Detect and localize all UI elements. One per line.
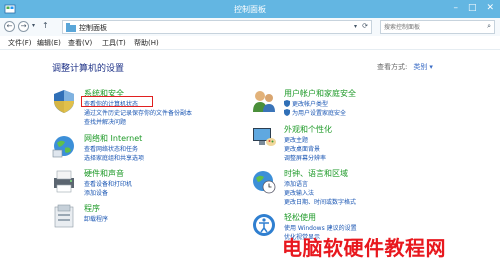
view-mode: 查看方式: 类别 ▾: [377, 62, 433, 72]
chevron-down-icon[interactable]: ▾: [429, 63, 433, 71]
close-button[interactable]: ✕: [486, 3, 494, 13]
link-troubleshoot[interactable]: 查找并解决问题: [84, 117, 126, 126]
recent-pages-dropdown[interactable]: ▾: [32, 22, 35, 29]
users-icon: [253, 91, 275, 112]
menu-view[interactable]: 查看(V): [68, 38, 92, 48]
maximize-button[interactable]: □: [468, 3, 477, 13]
link-windows-suggested-settings[interactable]: 使用 Windows 建议的设置: [284, 223, 357, 232]
network-globe-icon: [52, 136, 74, 158]
category-heading[interactable]: 外观和个性化: [284, 124, 332, 135]
address-field[interactable]: 控制面板 ▾ ⟳: [62, 20, 372, 34]
refresh-icon[interactable]: ⟳: [362, 22, 368, 30]
search-input[interactable]: [384, 22, 479, 32]
shield-icon: [284, 109, 290, 116]
link-devices-printers[interactable]: 查看设备和打印机: [84, 179, 132, 188]
link-add-device[interactable]: 添加设备: [84, 188, 108, 197]
menu-help[interactable]: 帮助(H): [134, 38, 159, 48]
breadcrumb[interactable]: 控制面板: [79, 23, 107, 33]
minimize-button[interactable]: –: [453, 3, 458, 13]
category-heading[interactable]: 程序: [84, 203, 100, 214]
menu-file[interactable]: 文件(F): [8, 38, 32, 48]
link-file-history[interactable]: 通过文件历史记录保存你的文件备份副本: [84, 108, 192, 117]
back-button[interactable]: ←: [4, 21, 15, 32]
clock-globe-icon: [253, 171, 276, 194]
link-change-account-type[interactable]: 更改帐户类型: [292, 99, 328, 108]
link-change-theme[interactable]: 更改主题: [284, 135, 308, 144]
menu-edit[interactable]: 编辑(E): [37, 38, 61, 48]
link-change-input-method[interactable]: 更改输入法: [284, 188, 314, 197]
menu-tools[interactable]: 工具(T): [102, 38, 126, 48]
link-family-safety[interactable]: 为用户设置家庭安全: [292, 108, 346, 117]
shield-icon: [284, 100, 290, 107]
link-homegroup[interactable]: 选择家庭组和共享选项: [84, 153, 144, 162]
forward-button[interactable]: →: [18, 21, 29, 32]
link-add-language[interactable]: 添加语言: [284, 179, 308, 188]
watermark-text: 电脑软硬件教程网: [282, 236, 446, 260]
chevron-down-icon[interactable]: ▾: [354, 23, 357, 30]
search-icon[interactable]: ⌕: [487, 22, 491, 31]
category-heading[interactable]: 轻松使用: [284, 212, 316, 223]
link-uninstall-program[interactable]: 卸载程序: [84, 214, 108, 223]
link-desktop-background[interactable]: 更改桌面背景: [284, 144, 320, 153]
category-heading[interactable]: 网络和 Internet: [84, 133, 142, 144]
menu-bar: 文件(F) 编辑(E) 查看(V) 工具(T) 帮助(H): [0, 36, 500, 50]
highlight-box: [81, 96, 153, 107]
view-mode-label: 查看方式:: [377, 63, 408, 71]
printer-icon: [54, 170, 74, 193]
up-button[interactable]: ↑: [42, 21, 49, 30]
programs-icon: [54, 204, 74, 228]
folder-icon: [66, 23, 76, 32]
search-box[interactable]: ⌕: [380, 20, 495, 34]
category-heading[interactable]: 时钟、语言和区域: [284, 168, 348, 179]
link-date-time-format[interactable]: 更改日期、时间或数字格式: [284, 197, 356, 206]
window-title: 控制面板: [234, 5, 266, 14]
address-bar: ← → ▾ ↑ 控制面板 ▾ ⟳ ⌕: [0, 18, 500, 36]
title-bar: 控制面板 – □ ✕: [0, 0, 500, 18]
link-screen-resolution[interactable]: 调整屏幕分辨率: [284, 153, 326, 162]
view-mode-dropdown[interactable]: 类别: [413, 63, 427, 71]
page-title: 调整计算机的设置: [52, 64, 125, 74]
category-heading[interactable]: 硬件和声音: [84, 168, 124, 179]
ease-of-access-icon: [253, 214, 275, 236]
shield-icon: [54, 90, 74, 113]
monitor-palette-icon: [253, 128, 276, 146]
link-network-status[interactable]: 查看网络状态和任务: [84, 144, 138, 153]
category-heading[interactable]: 用户帐户和家庭安全: [284, 88, 356, 99]
